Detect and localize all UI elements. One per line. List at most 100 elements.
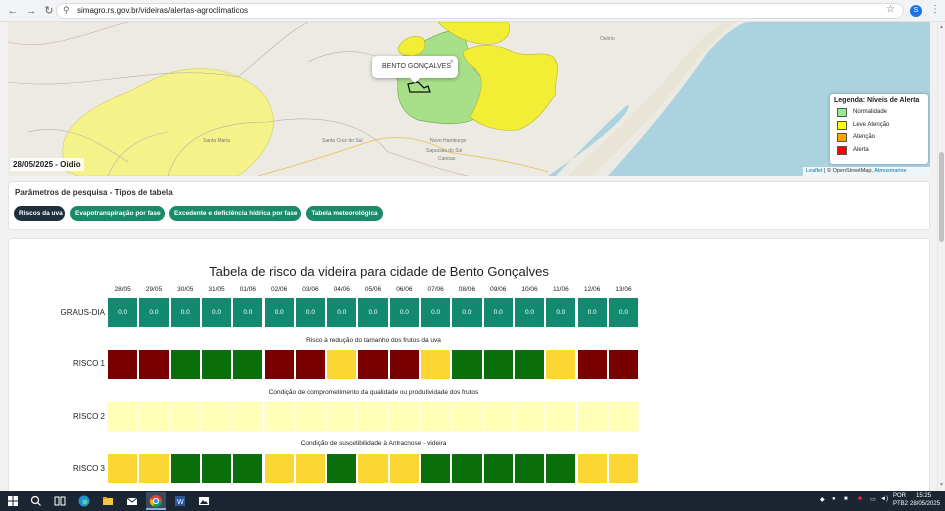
legend-item: Normalidade	[834, 107, 924, 120]
risco-1-cell	[138, 349, 170, 380]
place-label: Novo Hamburgo	[430, 138, 467, 144]
risco-2-cell	[420, 401, 452, 432]
volume-icon[interactable]: ◄)	[880, 496, 888, 502]
reload-icon[interactable]: ↻	[42, 4, 56, 18]
atmosmarine-link[interactable]: Atmosmarine	[874, 168, 906, 174]
chip-tabela-meteorologica[interactable]: Tabela meteorológica	[306, 206, 383, 221]
clock-time[interactable]: 15:25	[916, 493, 931, 499]
bookmark-star-icon[interactable]: ☆	[886, 4, 895, 15]
date-header: 04/06	[333, 286, 350, 293]
date-header: 01/06	[239, 286, 256, 293]
forward-icon[interactable]: →	[24, 4, 38, 18]
risco-1-cell	[576, 349, 608, 380]
windows-start-icon[interactable]	[6, 494, 20, 508]
scroll-down-icon[interactable]: ▼	[939, 482, 944, 488]
back-icon[interactable]: ←	[6, 4, 20, 18]
risco-1-cell	[294, 349, 327, 380]
risco-1-caption: Risco à redução do tamanho dos frutos da…	[306, 337, 441, 344]
risco-2-cell	[545, 401, 577, 432]
date-header: 07/06	[427, 286, 444, 293]
date-header: 05/06	[364, 286, 382, 293]
risco-1-cell	[200, 349, 233, 380]
graus-dia-cell: 0.0	[138, 297, 170, 328]
risco-1-cell	[451, 349, 483, 380]
tray-app-icon[interactable]: ◆	[820, 496, 825, 503]
mail-icon[interactable]	[125, 494, 139, 508]
profile-avatar[interactable]: S	[910, 5, 922, 17]
date-header: 09/06	[490, 286, 507, 293]
scroll-up-icon[interactable]: ▲	[939, 24, 944, 30]
graus-dia-cell: 0.0	[107, 297, 139, 328]
taskbar: W ◆ ● ■ ■ ▭ ◄) POR PTB2 15:25 28/05/2025	[0, 491, 945, 511]
date-header: 02/06	[271, 286, 288, 293]
risk-table-card: Tabela de risco da videira para cidade d…	[8, 238, 930, 491]
risco-1-cell	[232, 349, 264, 380]
legend-swatch	[837, 108, 847, 117]
graus-dia-cell: 0.0	[607, 297, 640, 328]
site-info-icon[interactable]: ⚲	[63, 5, 70, 16]
legend-item: Leve Atenção	[834, 120, 924, 133]
risco-3-cell	[513, 453, 546, 484]
tray-app-icon[interactable]: ■	[844, 496, 848, 502]
chip-excedente-deficiencia[interactable]: Excedente e deficiência hídrica por fase	[169, 206, 301, 221]
risco-2-cell	[107, 401, 139, 432]
graus-dia-cell: 0.0	[263, 297, 295, 328]
word-icon[interactable]: W	[173, 494, 187, 508]
risco-2-cell	[482, 401, 514, 432]
place-label: Santa Maria	[203, 138, 230, 144]
risco-2-caption: Condição de comprometimento da qualidade…	[268, 389, 479, 396]
popup-close-icon[interactable]: ×	[449, 57, 454, 66]
graus-dia-cell: 0.0	[232, 297, 264, 328]
legend-label: Alerta	[853, 146, 869, 153]
risco-2-cell	[576, 401, 608, 432]
search-icon[interactable]	[29, 494, 43, 508]
browser-menu-icon[interactable]: ⋮	[930, 4, 940, 15]
osm-attribution[interactable]: | © OpenStreetMap,	[824, 168, 873, 174]
risco-2-cell	[200, 401, 233, 432]
place-label: Santa Cruz do Sul	[322, 138, 363, 144]
page-scrollbar[interactable]: ▲ ▼	[937, 22, 945, 491]
scrollbar-thumb[interactable]	[939, 152, 944, 242]
risco-1-cell	[545, 349, 577, 380]
photos-icon[interactable]	[197, 494, 211, 508]
graus-dia-cell: 0.0	[200, 297, 233, 328]
address-bar[interactable]: ⚲ simagro.rs.gov.br/videiras/alertas-agr…	[56, 3, 904, 19]
risco-3-cell	[232, 453, 264, 484]
language-bottom[interactable]: PTB2	[893, 501, 908, 507]
date-header: 11/06	[552, 286, 569, 293]
tray-app-icon[interactable]: ●	[832, 496, 836, 502]
params-title: Parâmetros de pesquisa - Tipos de tabela	[15, 188, 173, 197]
chip-riscos-uva[interactable]: Riscos da uva	[14, 206, 65, 221]
task-view-icon[interactable]	[53, 494, 67, 508]
risco-1-cell	[420, 349, 452, 380]
chrome-taskbar-active[interactable]	[146, 492, 166, 510]
network-icon[interactable]: ▭	[870, 496, 876, 503]
risco-2-cell	[169, 401, 201, 432]
legend-swatch	[837, 145, 847, 155]
language-top[interactable]: POR	[893, 493, 906, 499]
file-explorer-icon[interactable]	[101, 494, 115, 508]
edge-icon[interactable]	[77, 494, 91, 508]
chip-evapotranspiracao[interactable]: Evapotranspiração por fase	[70, 206, 165, 221]
graus-dia-cell: 0.0	[420, 297, 452, 328]
risco-1-cell	[357, 349, 389, 380]
legend-item: Atenção	[834, 132, 924, 145]
risco-3-cell	[482, 453, 514, 484]
risco-3-cell	[138, 453, 170, 484]
graus-dia-cell: 0.0	[388, 297, 420, 328]
graus-dia-label: GRAUS-DIA	[60, 308, 105, 317]
leaflet-link[interactable]: Leaflet	[806, 168, 823, 174]
date-header: 10/06	[521, 286, 538, 293]
alert-map[interactable]: Santa Maria Santa Cruz do Sul Novo Hambu…	[8, 22, 930, 176]
graus-dia-cell: 0.0	[294, 297, 327, 328]
risco-3-cell	[169, 453, 201, 484]
risco-1-cell	[607, 349, 640, 380]
risco-3-cell	[357, 453, 389, 484]
legend-item: Alerta	[834, 145, 924, 158]
risco-3-cell	[263, 453, 295, 484]
date-header: 03/06	[302, 286, 319, 293]
tray-antivirus-icon[interactable]: ■	[858, 496, 862, 502]
popup-title: BENTO GONÇALVES	[382, 63, 451, 70]
clock-date[interactable]: 28/05/2025	[910, 501, 940, 507]
legend-label: Leve Atenção	[853, 121, 890, 128]
